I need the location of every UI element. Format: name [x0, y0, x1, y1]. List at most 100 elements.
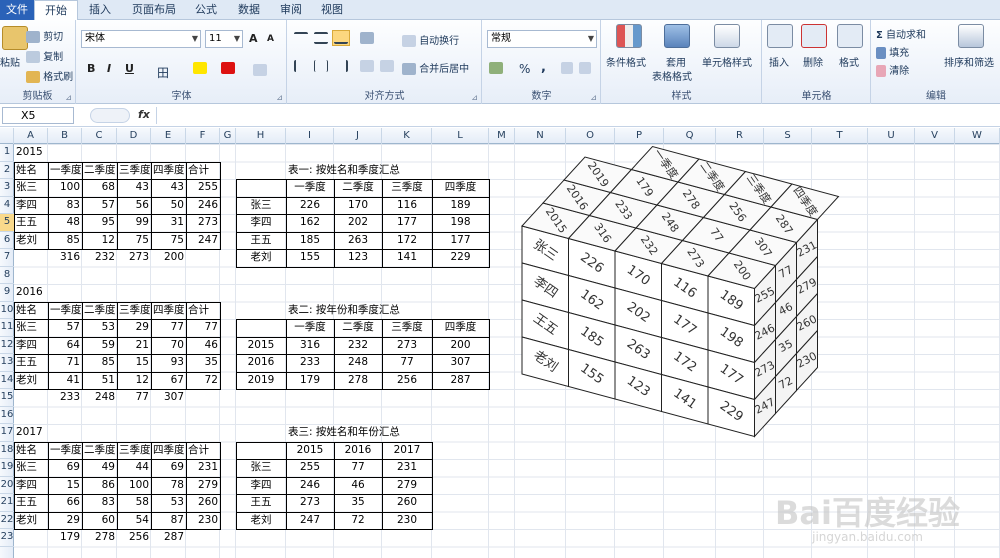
insert-cells-button[interactable]: 插入: [769, 54, 789, 69]
ribbon: 粘贴 剪切 复制 格式刷 剪贴板 ⊿ 宋体 ▼ 11 ▼ A A B I U 田 字…: [0, 20, 1000, 104]
alignment-group-label: 对齐方式: [364, 91, 405, 102]
grow-font-button[interactable]: A: [249, 32, 258, 45]
paint-bucket-icon: [193, 62, 207, 74]
align-right-button[interactable]: [334, 60, 348, 72]
tab-1[interactable]: 开始: [34, 0, 78, 21]
conditional-format-button[interactable]: 条件格式: [606, 54, 646, 69]
formula-bar: X5 fx: [0, 105, 1000, 127]
insert-cells-icon: [767, 24, 793, 48]
bold-button[interactable]: B: [87, 62, 95, 75]
eraser-icon: [876, 65, 886, 77]
number-format-select[interactable]: 常规 ▼: [487, 30, 597, 48]
fill-down-icon: [876, 47, 886, 59]
clear-label: 清除: [889, 66, 910, 77]
sort-filter-button[interactable]: 排序和筛选: [944, 54, 994, 69]
delete-cells-button[interactable]: 删除: [803, 54, 823, 69]
editing-group: Σ 自动求和 填充 清除 排序和筛选 编辑: [872, 20, 1000, 104]
decimal-decrease-icon: [579, 62, 591, 74]
align-middle-icon: [314, 32, 328, 44]
styles-group-label: 样式: [671, 91, 692, 102]
underline-button[interactable]: U: [125, 62, 134, 75]
phonetic-button[interactable]: [253, 64, 267, 76]
align-left-button[interactable]: [294, 60, 308, 72]
align-top-button[interactable]: [294, 32, 308, 44]
align-left-icon: [294, 60, 308, 72]
format-cells-button[interactable]: 格式: [839, 54, 859, 69]
increase-decimal-button[interactable]: [561, 62, 573, 74]
table-format-button[interactable]: 套用: [666, 54, 686, 69]
font-size-value: 11: [209, 33, 222, 44]
name-box[interactable]: X5: [2, 107, 74, 124]
cell-styles-button[interactable]: 单元格样式: [702, 54, 752, 69]
watermark-url: jingyan.baidu.com: [812, 530, 923, 544]
number-group-label: 数字: [531, 91, 552, 102]
tab-0[interactable]: 文件: [0, 0, 34, 20]
percent-button[interactable]: %: [519, 62, 530, 76]
tab-5[interactable]: 数据: [228, 0, 270, 20]
insert-function-button[interactable]: fx: [138, 108, 150, 121]
format-painter-button[interactable]: 格式刷: [26, 68, 73, 83]
number-launcher-icon[interactable]: ⊿: [590, 93, 597, 102]
watermark: Bai百度经验 jingyan.baidu.com: [775, 496, 960, 544]
formula-input[interactable]: [156, 107, 1000, 124]
border-button[interactable]: 田: [157, 64, 169, 81]
tab-7[interactable]: 视图: [312, 0, 352, 20]
font-group-label: 字体: [171, 91, 192, 102]
cells-group: 插入 删除 格式 单元格: [763, 20, 871, 104]
copy-button[interactable]: 复制: [26, 48, 63, 63]
autosum-label: 自动求和: [886, 30, 927, 41]
italic-button[interactable]: I: [107, 62, 111, 75]
tab-4[interactable]: 公式: [186, 0, 226, 20]
paste-button[interactable]: 粘贴: [0, 54, 20, 69]
font-color-button[interactable]: [221, 62, 235, 74]
font-name-select[interactable]: 宋体 ▼: [81, 30, 201, 48]
tab-3[interactable]: 页面布局: [124, 0, 184, 20]
copy-label: 复制: [43, 52, 64, 63]
shrink-font-button[interactable]: A: [267, 34, 274, 44]
tab-2[interactable]: 插入: [80, 0, 120, 20]
align-bottom-button[interactable]: [332, 30, 350, 46]
fill-button[interactable]: 填充: [876, 44, 909, 59]
chevron-down-icon: ▼: [191, 34, 198, 43]
font-size-select[interactable]: 11 ▼: [205, 30, 243, 48]
wrap-text-button[interactable]: 自动换行: [402, 32, 459, 47]
indent-decrease-icon: [360, 60, 374, 72]
number-format-value: 常规: [491, 33, 511, 44]
cut-button[interactable]: 剪切: [26, 28, 63, 43]
alignment-launcher-icon[interactable]: ⊿: [471, 93, 478, 102]
worksheet[interactable]: ABCDEFGHIJKLMNOPQRSTUVW 1 2 3 4 5 6 7 8 9 10 11 12 1…: [0, 128, 1000, 558]
decrease-decimal-button[interactable]: [579, 62, 591, 74]
phonetic-icon: [253, 64, 267, 76]
clipboard-launcher-icon[interactable]: ⊿: [65, 93, 72, 102]
currency-icon: [489, 62, 503, 74]
autosum-button[interactable]: Σ 自动求和: [876, 26, 926, 41]
fill-color-button[interactable]: [193, 62, 207, 74]
merge-icon: [402, 63, 416, 75]
decrease-indent-button[interactable]: [360, 60, 374, 72]
font-group: 宋体 ▼ 11 ▼ A A B I U 田 字体 ⊿: [77, 20, 287, 104]
wrap-label: 自动换行: [419, 36, 460, 47]
align-center-button[interactable]: [314, 60, 328, 72]
clear-button[interactable]: 清除: [876, 62, 909, 77]
orientation-button[interactable]: [360, 32, 374, 44]
merge-center-button[interactable]: 合并后居中: [402, 60, 469, 75]
ribbon-tabs: 文件 开始 插入 页面布局 公式 数据 审阅 视图: [0, 0, 1000, 21]
orientation-icon: [360, 32, 374, 44]
currency-button[interactable]: [489, 62, 503, 74]
font-name-value: 宋体: [85, 33, 105, 44]
tab-6[interactable]: 审阅: [272, 0, 310, 20]
align-middle-button[interactable]: [314, 32, 328, 44]
increase-indent-button[interactable]: [380, 60, 394, 72]
brush-icon: [26, 71, 40, 83]
number-group: 常规 ▼ % , 数字 ⊿: [483, 20, 601, 104]
comma-button[interactable]: ,: [541, 60, 546, 75]
alignment-group: 自动换行 合并后居中 对齐方式 ⊿: [288, 20, 482, 104]
clipboard-group: 粘贴 剪切 复制 格式刷 剪贴板 ⊿: [0, 20, 76, 104]
merge-label: 合并后居中: [419, 64, 470, 75]
font-color-icon: [221, 62, 235, 74]
font-launcher-icon[interactable]: ⊿: [276, 93, 283, 102]
cell-styles-icon: [714, 24, 740, 48]
table-format-button-2[interactable]: 表格格式: [652, 68, 692, 83]
excel-window: 文件 开始 插入 页面布局 公式 数据 审阅 视图 粘贴 剪切 复制 格式刷 剪贴板 ⊿ 宋体…: [0, 0, 1000, 558]
sort-filter-icon: [958, 24, 984, 48]
